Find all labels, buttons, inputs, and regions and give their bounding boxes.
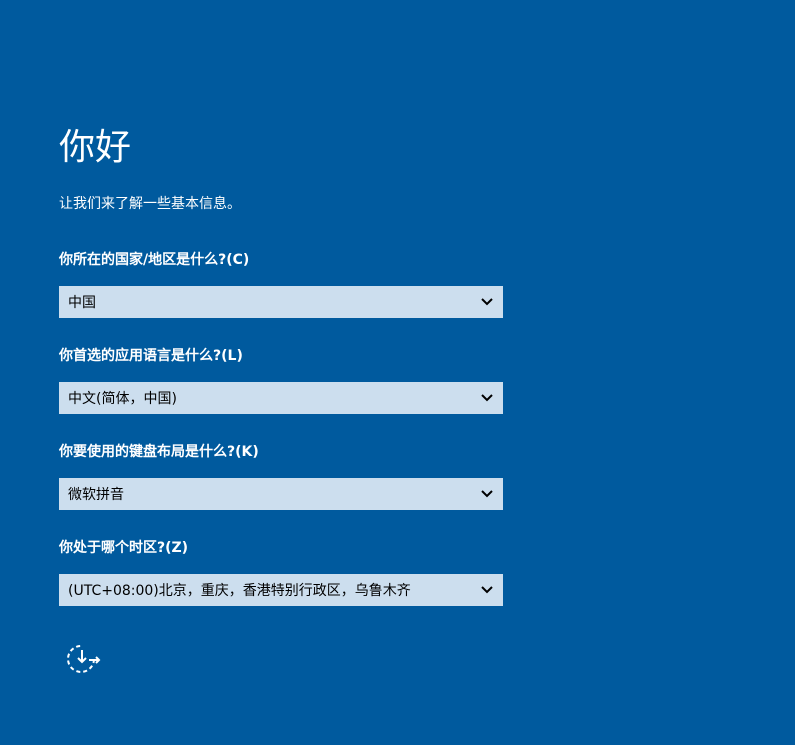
timezone-select[interactable]: (UTC+08:00)北京，重庆，香港特别行政区，乌鲁木齐 — [59, 574, 503, 606]
timezone-select-value: (UTC+08:00)北京，重庆，香港特别行政区，乌鲁木齐 — [68, 583, 411, 599]
region-select[interactable]: 中国 — [59, 286, 503, 318]
page-subtitle: 让我们来了解一些基本信息。 — [59, 196, 241, 212]
language-select-value: 中文(简体，中国) — [68, 391, 177, 407]
page-title: 你好 — [59, 127, 132, 168]
chevron-down-icon — [471, 478, 503, 510]
language-select[interactable]: 中文(简体，中国) — [59, 382, 503, 414]
region-question-label: 你所在的国家/地区是什么?(C) — [59, 252, 250, 268]
keyboard-question-label: 你要使用的键盘布局是什么?(K) — [59, 444, 259, 460]
ease-of-access-icon[interactable] — [63, 640, 101, 678]
chevron-down-icon — [471, 382, 503, 414]
region-select-value: 中国 — [68, 295, 96, 311]
chevron-down-icon — [471, 574, 503, 606]
keyboard-select[interactable]: 微软拼音 — [59, 478, 503, 510]
keyboard-select-value: 微软拼音 — [68, 487, 124, 503]
language-question-label: 你首选的应用语言是什么?(L) — [59, 348, 243, 364]
chevron-down-icon — [471, 286, 503, 318]
timezone-question-label: 你处于哪个时区?(Z) — [59, 540, 189, 556]
